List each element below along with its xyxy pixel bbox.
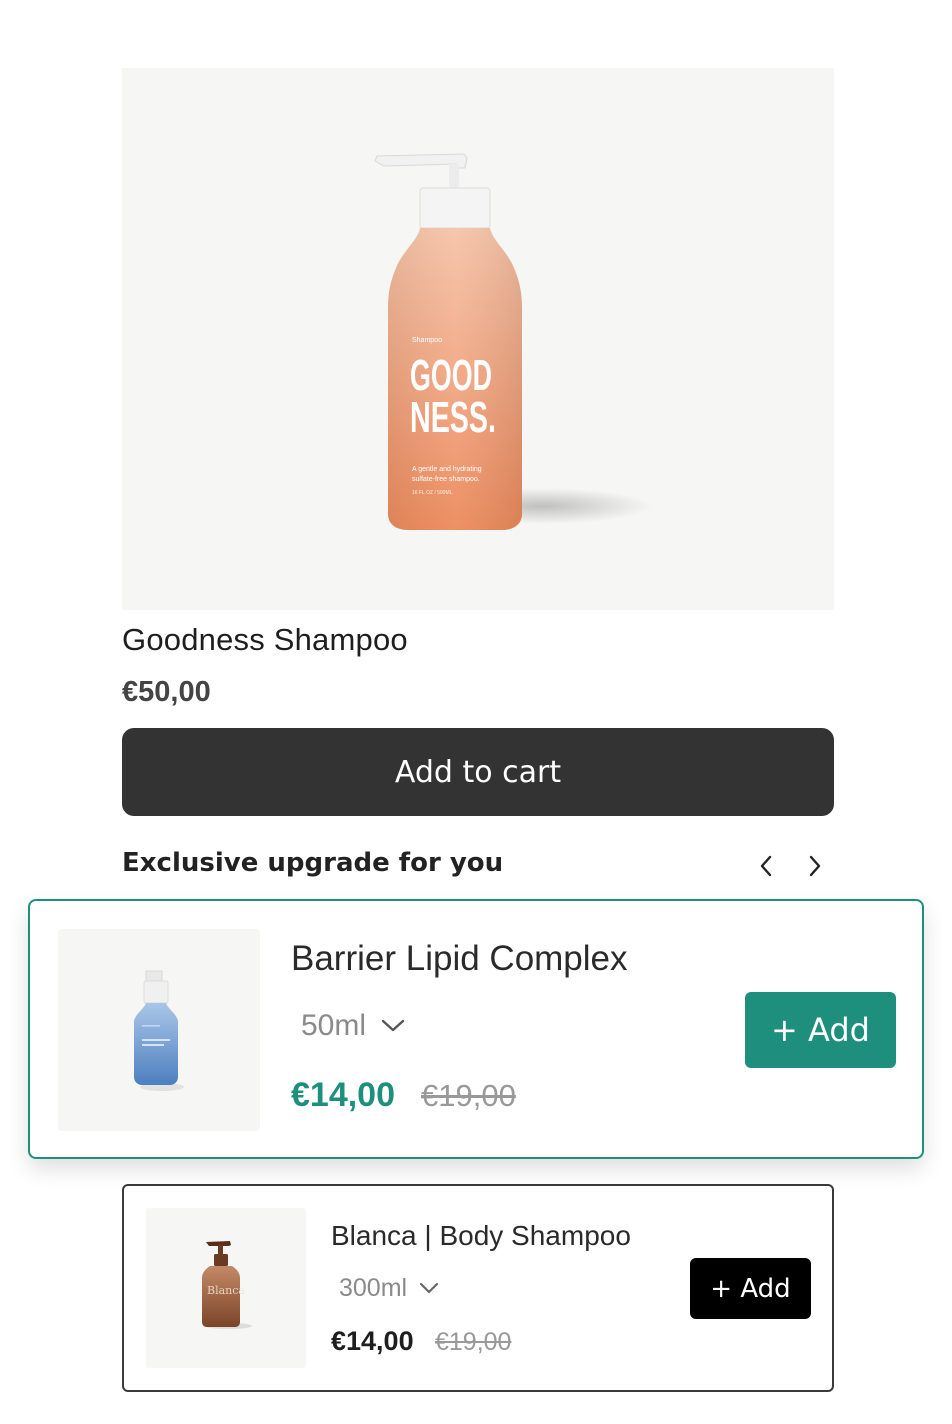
variant-value: 300ml — [339, 1274, 408, 1302]
upsell-product-name: Barrier Lipid Complex — [291, 939, 628, 978]
carousel-next-button[interactable] — [799, 850, 831, 882]
upsell-sale-price: €14,00 — [291, 1076, 395, 1114]
carousel-prev-button[interactable] — [750, 850, 782, 882]
product-title: Goodness Shampoo — [122, 622, 408, 657]
upsell-compare-price: €19,00 — [421, 1078, 516, 1113]
chevron-right-icon — [809, 855, 821, 877]
add-upsell-button[interactable]: + Add — [690, 1258, 811, 1319]
upsell-heading: Exclusive upgrade for you — [122, 848, 504, 878]
product-price: €50,00 — [122, 676, 211, 708]
variant-value: 50ml — [301, 1009, 367, 1042]
chevron-left-icon — [760, 855, 772, 877]
variant-selector[interactable]: 300ml — [339, 1274, 439, 1303]
upsell-product-image — [58, 929, 260, 1131]
upsell-card-selected[interactable]: Barrier Lipid Complex 50ml €14,00 €19,00… — [28, 899, 924, 1159]
body-shampoo-bottle-illustration: Blanca — [202, 1241, 252, 1329]
add-to-cart-button[interactable]: Add to cart — [122, 728, 834, 816]
svg-text:sulfate-free shampoo.: sulfate-free shampoo. — [412, 476, 480, 483]
svg-text:16 FL OZ / 500ML: 16 FL OZ / 500ML — [412, 490, 453, 496]
chevron-down-icon — [381, 1019, 405, 1032]
upsell-sale-price: €14,00 — [331, 1326, 414, 1356]
upsell-product-name: Blanca | Body Shampoo — [331, 1220, 631, 1251]
svg-text:A gentle and hydrating: A gentle and hydrating — [412, 466, 482, 473]
svg-text:NESS.: NESS. — [410, 393, 496, 442]
shampoo-bottle-illustration: Shampoo GOOD NESS. A gentle and hydratin… — [374, 153, 652, 530]
svg-text:Blanca: Blanca — [207, 1284, 245, 1297]
upsell-product-image: Blanca — [146, 1208, 306, 1368]
upsell-compare-price: €19,00 — [435, 1328, 512, 1356]
serum-bottle-illustration — [134, 970, 184, 1091]
upsell-card[interactable]: Blanca Blanca | Body Shampoo 300ml €14,0… — [122, 1184, 834, 1392]
variant-selector[interactable]: 50ml — [301, 1009, 406, 1043]
add-upsell-button[interactable]: + Add — [745, 992, 896, 1068]
chevron-down-icon — [419, 1282, 439, 1294]
svg-text:Shampoo: Shampoo — [412, 337, 442, 344]
product-image: Shampoo GOOD NESS. A gentle and hydratin… — [122, 68, 834, 610]
